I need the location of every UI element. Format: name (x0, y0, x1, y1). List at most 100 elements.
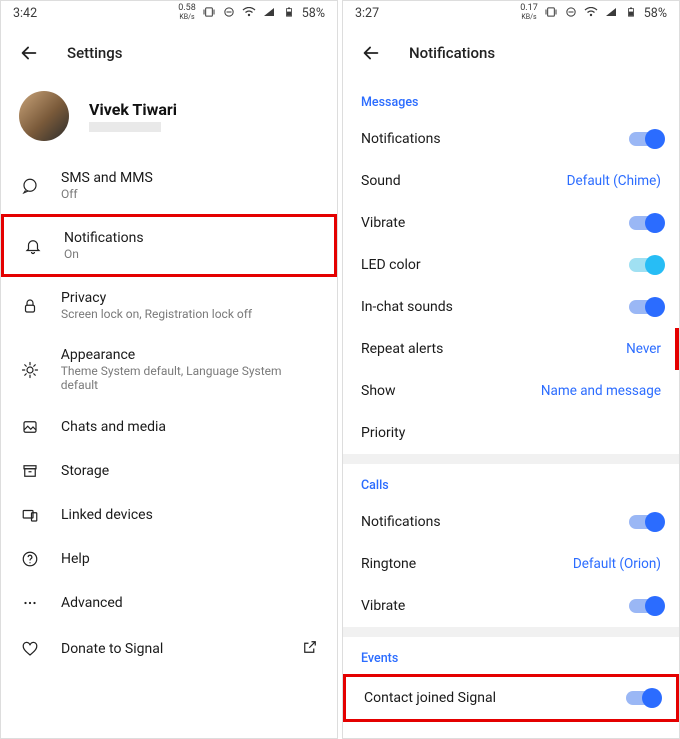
highlight-marker (675, 328, 679, 370)
msg-repeat[interactable]: Repeat alerts Never (343, 328, 679, 370)
msg-inchat[interactable]: In-chat sounds (343, 286, 679, 328)
row-label: Vibrate (361, 598, 405, 614)
section-events: Events (343, 637, 679, 674)
status-time: 3:27 (355, 6, 379, 21)
row-sub: Theme System default, Language System de… (61, 364, 319, 392)
call-notifications[interactable]: Notifications (343, 501, 679, 543)
settings-notifications[interactable]: Notifications On (1, 214, 337, 277)
row-value: Default (Chime) (567, 173, 661, 189)
row-label: Priority (361, 425, 405, 441)
message-icon (19, 177, 41, 195)
row-label: Advanced (61, 595, 123, 611)
phone-notifications: 3:27 0.17KB/s 58% Notificat (342, 0, 680, 739)
page-title: Settings (67, 44, 123, 62)
row-label: SMS and MMS (61, 170, 153, 186)
msg-priority[interactable]: Priority (343, 412, 679, 454)
toggle-switch[interactable] (629, 132, 661, 146)
back-button[interactable] (15, 39, 43, 67)
row-sub: Off (61, 187, 153, 201)
back-button[interactable] (357, 39, 385, 67)
notifications-header: Notifications (343, 25, 679, 81)
call-ringtone[interactable]: Ringtone Default (Orion) (343, 543, 679, 585)
row-sub: On (64, 247, 144, 261)
events-contact-joined[interactable]: Contact joined Signal (343, 674, 679, 722)
msg-vibrate[interactable]: Vibrate (343, 202, 679, 244)
vibrate-icon (202, 6, 216, 21)
settings-sms[interactable]: SMS and MMS Off (1, 157, 337, 214)
page-title: Notifications (409, 44, 495, 62)
settings-linked[interactable]: Linked devices (1, 493, 337, 537)
toggle-switch[interactable] (629, 515, 661, 529)
toggle-switch[interactable] (629, 258, 661, 272)
battery-icon (282, 6, 296, 21)
devices-icon (19, 506, 41, 524)
image-icon (19, 418, 41, 436)
settings-privacy[interactable]: Privacy Screen lock on, Registration loc… (1, 277, 337, 334)
row-label: Help (61, 551, 90, 567)
battery-pct: 58% (644, 6, 667, 21)
profile-name: Vivek Tiwari (89, 100, 177, 119)
section-divider (343, 454, 679, 464)
section-divider (343, 627, 679, 637)
wifi-icon (242, 6, 256, 21)
row-label: Repeat alerts (361, 341, 443, 357)
toggle-switch[interactable] (629, 300, 661, 314)
archive-icon (19, 462, 41, 480)
status-time: 3:42 (13, 6, 37, 21)
row-label: Privacy (61, 290, 252, 306)
row-sub: Screen lock on, Registration lock off (61, 307, 252, 321)
settings-advanced[interactable]: Advanced (1, 581, 337, 625)
section-messages: Messages (343, 81, 679, 118)
row-label: Appearance (61, 347, 319, 363)
status-icons: 0.17KB/s 58% (520, 4, 667, 22)
row-label: Notifications (361, 131, 441, 147)
msg-show[interactable]: Show Name and message (343, 370, 679, 412)
row-value: Name and message (541, 383, 661, 399)
bell-icon (22, 237, 44, 255)
msg-led[interactable]: LED color (343, 244, 679, 286)
msg-sound[interactable]: Sound Default (Chime) (343, 160, 679, 202)
cell-icon (604, 6, 618, 21)
external-link-icon (301, 638, 319, 660)
row-label: In-chat sounds (361, 299, 453, 315)
profile-row[interactable]: Vivek Tiwari (1, 81, 337, 157)
row-value: Never (626, 341, 661, 357)
settings-storage[interactable]: Storage (1, 449, 337, 493)
settings-header: Settings (1, 25, 337, 81)
row-label: Vibrate (361, 215, 405, 231)
battery-pct: 58% (302, 6, 325, 21)
more-icon (19, 594, 41, 612)
row-label: LED color (361, 257, 421, 273)
sun-icon (19, 361, 41, 379)
status-icons: 0.58KB/s 58% (178, 4, 325, 22)
vibrate-icon (544, 6, 558, 21)
row-label: Donate to Signal (61, 641, 163, 657)
heart-icon (19, 640, 41, 658)
profile-subtitle-redacted (89, 122, 161, 132)
row-label: Linked devices (61, 507, 153, 523)
dnd-icon (564, 6, 578, 21)
toggle-switch[interactable] (629, 599, 661, 613)
dnd-icon (222, 6, 236, 21)
row-label: Ringtone (361, 556, 416, 572)
cell-icon (262, 6, 276, 21)
row-label: Sound (361, 173, 401, 189)
row-value: Default (Orion) (573, 556, 661, 572)
status-bar: 3:27 0.17KB/s 58% (343, 1, 679, 25)
msg-notifications[interactable]: Notifications (343, 118, 679, 160)
section-calls: Calls (343, 464, 679, 501)
toggle-switch[interactable] (626, 691, 658, 705)
wifi-icon (584, 6, 598, 21)
avatar (19, 91, 69, 141)
toggle-switch[interactable] (629, 216, 661, 230)
settings-donate[interactable]: Donate to Signal (1, 625, 337, 673)
row-label: Chats and media (61, 419, 166, 435)
row-label: Contact joined Signal (364, 690, 496, 706)
call-vibrate[interactable]: Vibrate (343, 585, 679, 627)
settings-help[interactable]: Help (1, 537, 337, 581)
row-label: Notifications (64, 230, 144, 246)
settings-chats[interactable]: Chats and media (1, 405, 337, 449)
settings-appearance[interactable]: Appearance Theme System default, Languag… (1, 334, 337, 405)
help-icon (19, 550, 41, 568)
row-label: Storage (61, 463, 109, 479)
